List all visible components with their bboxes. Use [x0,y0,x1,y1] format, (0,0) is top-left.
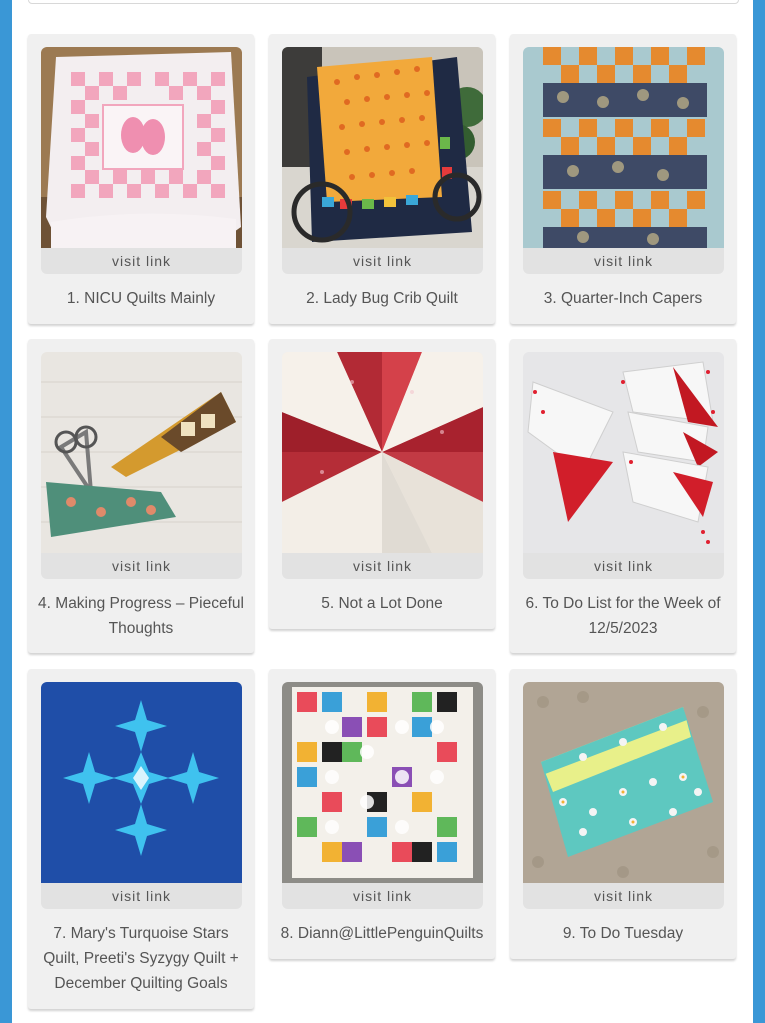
visit-link-button[interactable]: visit link [282,248,483,274]
link-card-9[interactable]: visit link 9. To Do Tuesday [510,669,736,959]
thumbnail-ladybug-quilt[interactable] [282,47,483,248]
thumbnail-red-triangles[interactable] [523,352,724,553]
entry-caption[interactable]: 6. To Do List for the Week of 12/5/2023 [516,591,730,641]
entry-caption[interactable]: 2. Lady Bug Crib Quilt [275,286,489,311]
visit-link-button[interactable]: visit link [282,553,483,579]
entry-caption[interactable]: 1. NICU Quilts Mainly [34,286,248,311]
entry-caption[interactable]: 5. Not a Lot Done [275,591,489,616]
thumbnail-turquoise-stars[interactable] [41,682,242,883]
page-frame-right [753,0,765,1023]
visit-link-button[interactable]: visit link [41,883,242,909]
visit-link-button[interactable]: visit link [523,883,724,909]
thumbnail-turquoise-pouch[interactable] [523,682,724,883]
link-card-2[interactable]: visit link 2. Lady Bug Crib Quilt [269,34,495,324]
visit-link-button[interactable]: visit link [41,553,242,579]
visit-link-button[interactable]: visit link [41,248,242,274]
link-card-7[interactable]: visit link 7. Mary's Turquoise Stars Qui… [28,669,254,1009]
entry-caption[interactable]: 4. Making Progress – Pieceful Thoughts [34,591,248,641]
link-card-8[interactable]: visit link 8. Diann@LittlePenguinQuilts [269,669,495,959]
thumbnail-scissor-pouches[interactable] [41,352,242,553]
entry-caption[interactable]: 7. Mary's Turquoise Stars Quilt, Preeti'… [34,921,248,996]
thumbnail-pink-quilt[interactable] [41,47,242,248]
visit-link-button[interactable]: visit link [523,248,724,274]
thumbnail-bowtie-quilt[interactable] [282,682,483,883]
previous-card-edge [28,0,739,4]
entry-caption[interactable]: 9. To Do Tuesday [516,921,730,946]
visit-link-button[interactable]: visit link [523,553,724,579]
thumbnail-red-star-block[interactable] [282,352,483,553]
link-card-4[interactable]: visit link 4. Making Progress – Pieceful… [28,339,254,653]
visit-link-button[interactable]: visit link [282,883,483,909]
entry-caption[interactable]: 8. Diann@LittlePenguinQuilts [275,921,489,946]
link-card-1[interactable]: visit link 1. NICU Quilts Mainly [28,34,254,324]
entry-caption[interactable]: 3. Quarter-Inch Capers [516,286,730,311]
thumbnail-checker-quilt[interactable] [523,47,724,248]
link-card-6[interactable]: visit link 6. To Do List for the Week of… [510,339,736,653]
link-card-3[interactable]: visit link 3. Quarter-Inch Capers [510,34,736,324]
link-card-5[interactable]: visit link 5. Not a Lot Done [269,339,495,629]
page-frame-left [0,0,12,1023]
